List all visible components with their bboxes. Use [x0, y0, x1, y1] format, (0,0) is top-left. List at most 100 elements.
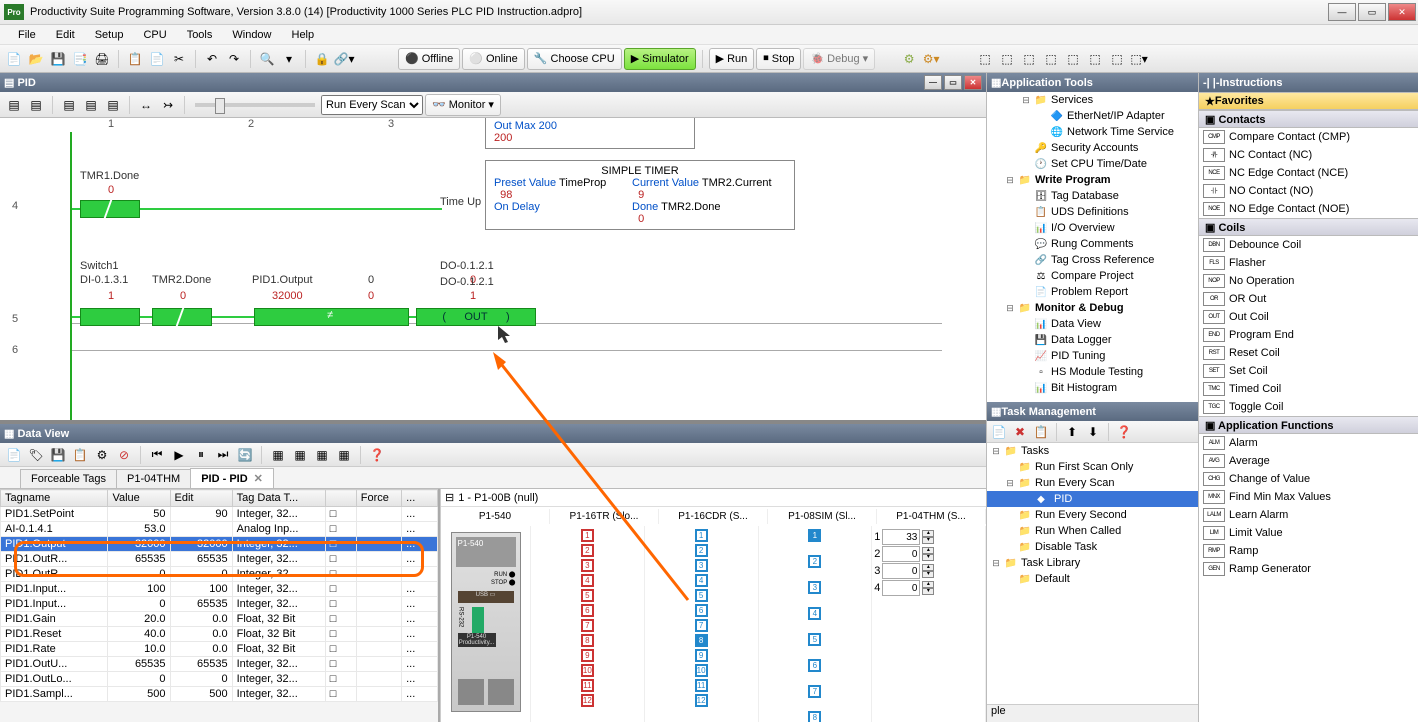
dv-help-icon[interactable]: ❓ — [367, 445, 387, 465]
instruction-item[interactable]: TMCTimed Coil — [1199, 380, 1418, 398]
instruction-item[interactable]: NOENO Edge Contact (NOE) — [1199, 200, 1418, 218]
menu-help[interactable]: Help — [284, 27, 323, 43]
dv-grid4-icon[interactable]: ▦ — [334, 445, 354, 465]
task-copy-icon[interactable]: 📋 — [1031, 422, 1051, 442]
table-row[interactable]: PID1.OutLo...00Integer, 32...□... — [1, 672, 438, 687]
saveall-icon[interactable]: 📑 — [70, 49, 90, 69]
io-point[interactable]: 3 — [808, 581, 821, 594]
table-row[interactable]: PID1.SetPoint5090Integer, 32...□... — [1, 507, 438, 522]
panel1-icon[interactable]: ⬚ — [975, 49, 995, 69]
analog-channel[interactable]: 3▴▾ — [874, 563, 983, 579]
tool-icon[interactable]: ▾ — [279, 49, 299, 69]
dv-new-icon[interactable]: 📄 — [4, 445, 24, 465]
table-row[interactable]: AI-0.1.4.153.0Analog Inp...□... — [1, 522, 438, 537]
instruction-item[interactable]: SETSet Coil — [1199, 362, 1418, 380]
panel8-icon[interactable]: ⬚▾ — [1129, 49, 1149, 69]
io-point[interactable]: 4 — [808, 607, 821, 620]
rung-tool2-icon[interactable]: ▤ — [26, 95, 46, 115]
expand-icon[interactable]: ⊟ — [1005, 478, 1015, 489]
instruction-item[interactable]: LALMLearn Alarm — [1199, 506, 1418, 524]
menu-window[interactable]: Window — [224, 27, 279, 43]
io-point[interactable]: 2 — [695, 544, 708, 557]
dv-next-icon[interactable]: ⏭ — [213, 445, 233, 465]
module-slot-16cdr[interactable]: 123456789101112 — [645, 526, 759, 722]
spinner[interactable]: ▴▾ — [922, 564, 934, 578]
io-point[interactable]: 10 — [581, 664, 594, 677]
task-up-icon[interactable]: ⬆ — [1062, 422, 1082, 442]
bottom-tab[interactable]: ple — [987, 704, 1198, 722]
instruction-item[interactable]: ENDProgram End — [1199, 326, 1418, 344]
instruction-item[interactable]: DBNDebounce Coil — [1199, 236, 1418, 254]
rung-tool1-icon[interactable]: ▤ — [4, 95, 24, 115]
analog-value-input[interactable] — [882, 580, 920, 596]
io-point[interactable]: 5 — [808, 633, 821, 646]
panel6-icon[interactable]: ⬚ — [1085, 49, 1105, 69]
instruction-item[interactable]: OROR Out — [1199, 290, 1418, 308]
tree-item[interactable]: 📊Bit Histogram — [987, 380, 1198, 396]
nc-contact[interactable] — [80, 200, 140, 218]
io-point[interactable]: 10 — [695, 664, 708, 677]
instruction-item[interactable]: CMPCompare Contact (CMP) — [1199, 128, 1418, 146]
analog-channel[interactable]: 2▴▾ — [874, 546, 983, 562]
monitor-button[interactable]: 👓 Monitor ▾ — [425, 94, 501, 116]
module-slot-04thm[interactable]: 1▴▾2▴▾3▴▾4▴▾ — [872, 526, 986, 722]
expand-icon[interactable]: ⊟ — [1005, 175, 1015, 186]
open-icon[interactable]: 📂 — [26, 49, 46, 69]
instruction-item[interactable]: NOPNo Operation — [1199, 272, 1418, 290]
instruction-item[interactable]: MNXFind Min Max Values — [1199, 488, 1418, 506]
instruction-item[interactable]: RMPRamp — [1199, 542, 1418, 560]
menu-cpu[interactable]: CPU — [135, 27, 174, 43]
panel7-icon[interactable]: ⬚ — [1107, 49, 1127, 69]
analog-channel[interactable]: 1▴▾ — [874, 529, 983, 545]
module-slot-16tr[interactable]: 123456789101112 — [531, 526, 645, 722]
ladder-editor[interactable]: 12345 Out Max 200 200 4 TMR1.Done 0 Time… — [0, 118, 986, 422]
io-point[interactable]: 2 — [581, 544, 594, 557]
instruction-item[interactable]: TGCToggle Coil — [1199, 398, 1418, 416]
expand-icon[interactable]: ⊟ — [991, 446, 1001, 457]
slot-header[interactable]: P1-08SIM (Sl... — [768, 509, 877, 524]
undo-icon[interactable]: ↶ — [202, 49, 222, 69]
print-icon[interactable]: 🖨 — [92, 49, 112, 69]
dv-tab[interactable]: PID - PID✕ — [190, 468, 274, 488]
stop-button[interactable]: ⏹ Stop — [756, 48, 801, 70]
offline-button[interactable]: ⚫ Offline — [398, 48, 460, 70]
favorites-header[interactable]: ★ Favorites — [1199, 92, 1418, 110]
table-row[interactable]: PID1.OutR...00Integer, 32...□... — [1, 567, 438, 582]
spinner[interactable]: ▴▾ — [922, 581, 934, 595]
io-point[interactable]: 4 — [581, 574, 594, 587]
column-header[interactable]: Force — [356, 490, 401, 507]
nc-contact[interactable] — [152, 308, 212, 326]
spinner[interactable]: ▴▾ — [922, 530, 934, 544]
dv-gear-icon[interactable]: ⚙ — [92, 445, 112, 465]
io-point[interactable]: 1 — [581, 529, 594, 542]
io-point[interactable]: 3 — [581, 559, 594, 572]
analog-value-input[interactable] — [882, 529, 920, 545]
tree-item[interactable]: 🔑Security Accounts — [987, 140, 1198, 156]
rung-tool3-icon[interactable]: ▤ — [59, 95, 79, 115]
tree-item[interactable]: ⊟📁Tasks — [987, 443, 1198, 459]
slot-header[interactable]: P1-540 — [441, 509, 550, 524]
save-icon[interactable]: 💾 — [48, 49, 68, 69]
app-tools-tree[interactable]: ⊟📁Services🔷EtherNet/IP Adapter🌐Network T… — [987, 92, 1198, 402]
no-contact[interactable] — [80, 308, 140, 326]
menu-edit[interactable]: Edit — [48, 27, 83, 43]
close-icon[interactable]: ✕ — [254, 473, 263, 485]
dv-copy-icon[interactable]: 📋 — [70, 445, 90, 465]
instruction-item[interactable]: LIMLimit Value — [1199, 524, 1418, 542]
tree-item[interactable]: 📊Data View — [987, 316, 1198, 332]
io-point[interactable]: 7 — [581, 619, 594, 632]
dv-grid3-icon[interactable]: ▦ — [312, 445, 332, 465]
column-header[interactable]: ... — [402, 490, 438, 507]
tree-item[interactable]: 📁Disable Task — [987, 539, 1198, 555]
tree-item[interactable]: ⊟📁Run Every Scan — [987, 475, 1198, 491]
window-close[interactable]: ✕ — [1388, 3, 1416, 21]
tree-item[interactable]: 🔷EtherNet/IP Adapter — [987, 108, 1198, 124]
instruction-item[interactable]: -|/|-NC Contact (NC) — [1199, 146, 1418, 164]
dv-pause-icon[interactable]: ⏸ — [191, 445, 211, 465]
table-row[interactable]: PID1.OutR...6553565535Integer, 32...□... — [1, 552, 438, 567]
io-point[interactable]: 4 — [695, 574, 708, 587]
task-down-icon[interactable]: ⬇ — [1083, 422, 1103, 442]
io-point[interactable]: 6 — [581, 604, 594, 617]
compare-contact[interactable]: ≠ — [254, 308, 409, 326]
instruction-item[interactable]: OUTOut Coil — [1199, 308, 1418, 326]
